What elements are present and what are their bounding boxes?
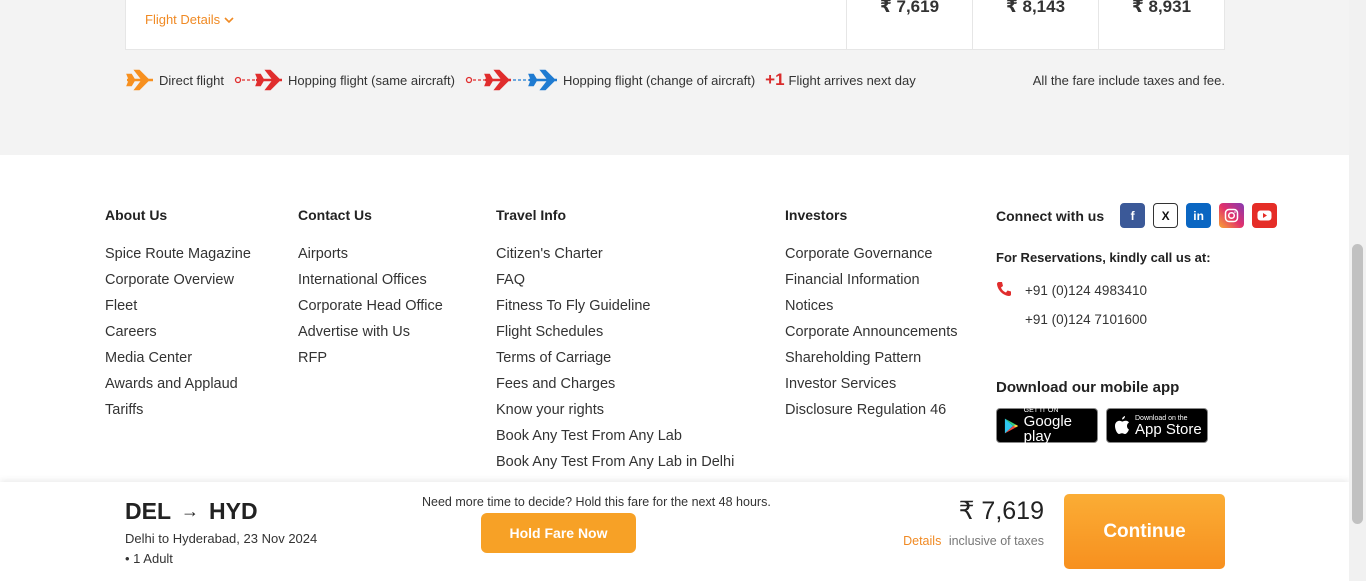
fare-price-cell[interactable]: ₹ 7,619 — [846, 0, 972, 50]
legend-hopping-change: Hopping flight (change of aircraft) — [465, 68, 755, 92]
linkedin-icon[interactable]: in — [1186, 203, 1212, 228]
footer-link[interactable]: International Offices — [298, 271, 443, 297]
footer-link[interactable]: Careers — [105, 323, 251, 349]
youtube-icon[interactable] — [1252, 203, 1278, 228]
google-play-icon — [1004, 418, 1019, 433]
legend-direct-label: Direct flight — [159, 72, 225, 88]
legend-next-day: +1 Flight arrives next day — [765, 70, 916, 90]
legend-direct: Direct flight — [125, 68, 224, 92]
continue-button[interactable]: Continue — [1064, 494, 1225, 569]
footer-link[interactable]: Corporate Announcements — [785, 323, 958, 349]
price-details: Details inclusive of taxes — [903, 534, 1044, 548]
footer-link[interactable]: Awards and Applaud — [105, 375, 251, 401]
inclusive-of-taxes: inclusive of taxes — [948, 534, 1044, 548]
connect-title: Connect with us — [996, 207, 1105, 224]
hold-fare-note: Need more time to decide? Hold this fare… — [422, 495, 771, 509]
fare-note: All the fare include taxes and fee. — [1032, 72, 1225, 88]
footer-link[interactable]: Financial Information — [785, 271, 958, 297]
footer-investors-title: Investors — [785, 207, 848, 223]
footer-link[interactable]: Citizen's Charter — [496, 245, 734, 271]
footer-link[interactable]: Terms of Carriage — [496, 349, 734, 375]
legend-hopping-change-label: Hopping flight (change of aircraft) — [562, 72, 756, 88]
phone-number: +91 (0)124 4983410 — [1025, 283, 1147, 298]
chevron-down-icon — [224, 16, 234, 23]
flight-details-label: Flight Details — [145, 12, 221, 27]
footer-link[interactable]: FAQ — [496, 271, 734, 297]
booking-summary-bar: DEL → HYD Delhi to Hyderabad, 23 Nov 202… — [0, 482, 1349, 581]
total-price: ₹ 7,619 — [958, 497, 1044, 525]
direct-flight-icon — [126, 69, 153, 91]
app-store-links: GET IT ON Google play Download on the Ap… — [996, 407, 1296, 445]
origin-code: DEL — [125, 498, 171, 524]
route-description: Delhi to Hyderabad, 23 Nov 2024 — [125, 531, 318, 546]
footer-travel-column: Travel Info Citizen's Charter FAQ Fitnes… — [496, 207, 734, 479]
fare-price-cell[interactable]: ₹ 8,143 — [972, 0, 1098, 50]
hopping-change-icon — [465, 69, 557, 91]
destination-code: HYD — [209, 498, 258, 524]
hold-fare-button[interactable]: Hold Fare Now — [481, 513, 636, 553]
footer-link[interactable]: Fleet — [105, 297, 251, 323]
fare-price-cell[interactable]: ₹ 8,931 — [1098, 0, 1224, 50]
footer-link[interactable]: Notices — [785, 297, 958, 323]
google-play-big: Google play — [1023, 413, 1073, 445]
facebook-icon[interactable]: f — [1120, 203, 1146, 228]
app-store-big: App Store — [1135, 420, 1202, 438]
footer-link[interactable]: Book Any Test From Any Lab in Delhi — [496, 453, 734, 479]
fare-price-cells: ₹ 7,619 ₹ 8,143 ₹ 8,931 — [846, 0, 1224, 50]
footer-about-column: About Us Spice Route Magazine Corporate … — [105, 207, 251, 427]
hopping-same-icon — [234, 69, 283, 91]
flight-legend: Direct flight Hopping flight (same aircr… — [125, 66, 1225, 94]
page-scrollbar[interactable] — [1349, 0, 1366, 581]
footer-link[interactable]: Corporate Governance — [785, 245, 958, 271]
app-store-button[interactable]: Download on the App Store — [1106, 408, 1208, 443]
google-play-button[interactable]: GET IT ON Google play — [996, 407, 1098, 445]
footer-link[interactable]: Spice Route Magazine — [105, 245, 251, 271]
social-links: f X in — [1120, 203, 1278, 228]
footer-contact-column: Contact Us Airports International Office… — [298, 207, 443, 375]
scrollbar-thumb[interactable] — [1352, 244, 1363, 524]
route-title: DEL → HYD — [125, 498, 258, 525]
footer-link[interactable]: Corporate Head Office — [298, 297, 443, 323]
connect-section: Connect with us f X in For Reservations,… — [996, 203, 1296, 445]
legend-next-day-label: Flight arrives next day — [788, 72, 916, 88]
footer-link[interactable]: Flight Schedules — [496, 323, 734, 349]
route-arrow-icon: → — [181, 501, 199, 521]
footer-link[interactable]: Fees and Charges — [496, 375, 734, 401]
footer-link[interactable]: Investor Services — [785, 375, 958, 401]
passenger-count: • 1 Adult — [125, 551, 173, 566]
footer-link[interactable]: Airports — [298, 245, 443, 271]
fare-card: Flight Details ₹ 7,619 ₹ 8,143 ₹ 8,931 — [125, 0, 1225, 50]
legend-hopping-same: Hopping flight (same aircraft) — [234, 68, 455, 92]
phone-icon — [996, 281, 1025, 300]
phone-number[interactable]: +91 (0)124 7101600 — [996, 312, 1296, 327]
footer-link[interactable]: Fitness To Fly Guideline — [496, 297, 734, 323]
download-title: Download our mobile app — [996, 379, 1180, 396]
footer-investors-column: Investors Corporate Governance Financial… — [785, 207, 958, 427]
x-icon[interactable]: X — [1153, 203, 1179, 228]
footer-travel-title: Travel Info — [496, 207, 567, 223]
footer-link[interactable]: Shareholding Pattern — [785, 349, 958, 375]
apple-icon — [1115, 416, 1129, 434]
reservations-title: For Reservations, kindly call us at: — [996, 250, 1211, 265]
footer-link[interactable]: Disclosure Regulation 46 — [785, 401, 958, 427]
instagram-icon[interactable] — [1219, 203, 1245, 228]
footer-link[interactable]: Advertise with Us — [298, 323, 443, 349]
footer-link[interactable]: Corporate Overview — [105, 271, 251, 297]
footer-link[interactable]: Know your rights — [496, 401, 734, 427]
footer-contact-title: Contact Us — [298, 207, 372, 223]
phone-line-1[interactable]: +91 (0)124 4983410 — [996, 281, 1296, 300]
price-details-link[interactable]: Details — [903, 534, 941, 548]
footer-link[interactable]: Tariffs — [105, 401, 251, 427]
legend-hopping-same-label: Hopping flight (same aircraft) — [288, 72, 455, 88]
footer-link[interactable]: Book Any Test From Any Lab — [496, 427, 734, 453]
plus-one-badge: +1 — [765, 70, 785, 89]
footer-about-title: About Us — [105, 207, 168, 223]
flight-details-toggle[interactable]: Flight Details — [145, 12, 234, 27]
footer-link[interactable]: RFP — [298, 349, 443, 375]
footer-link[interactable]: Media Center — [105, 349, 251, 375]
